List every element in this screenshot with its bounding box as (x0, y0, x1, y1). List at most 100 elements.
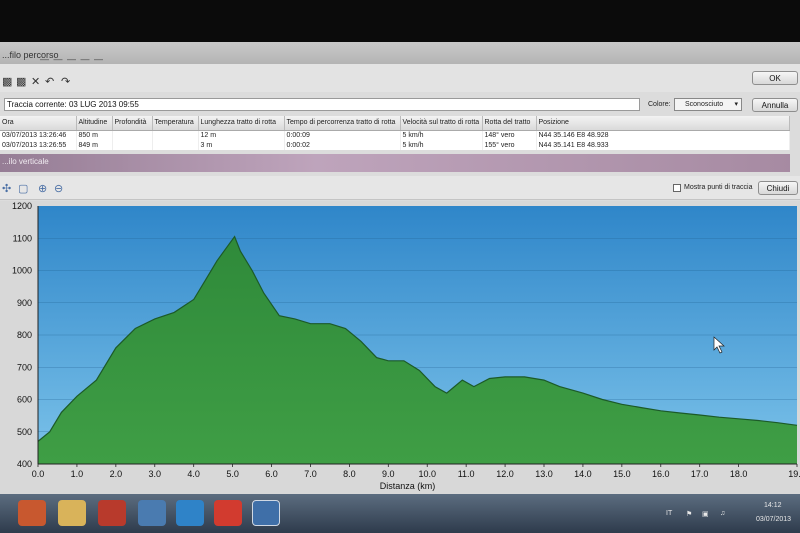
table-cell: 5 km/h (400, 140, 483, 150)
table-cell: 0:00:02 (284, 140, 401, 150)
zoom-out-icon[interactable]: ⊖ (54, 182, 63, 195)
y-tick-label: 600 (17, 395, 32, 405)
close-button[interactable]: Chiudi (758, 181, 798, 195)
table-cell: 155° vero (482, 140, 537, 150)
x-tick-label: 16.0 (652, 469, 670, 479)
y-tick-label: 1000 (12, 266, 32, 276)
x-tick-label: 13.0 (535, 469, 553, 479)
chrome-icon[interactable] (214, 500, 242, 526)
x-tick-label: 11.0 (458, 469, 475, 479)
table-cell: 850 m (76, 130, 113, 140)
elevation-chart-svg: 400 500 600 700 800 900 1000 1100 1200 0.0 1.0 2.0 3… (12, 201, 800, 491)
x-tick-label: 7.0 (304, 469, 317, 479)
x-tick-label: 0.0 (32, 469, 45, 479)
y-tick-label: 1200 (12, 201, 32, 211)
pan-icon[interactable]: ✣ (2, 182, 11, 195)
table-cell: N44 35.141 E8 48.933 (536, 140, 790, 150)
x-tick-label: 2.0 (110, 469, 123, 479)
chevron-down-icon: ▾ (734, 101, 738, 108)
x-tick-label: 14.0 (574, 469, 592, 479)
table-row[interactable]: 03/07/2013 13:26:55 849 m 3 m 0:00:02 5 … (0, 140, 790, 150)
zoom-in-icon[interactable]: ⊕ (38, 182, 47, 195)
save-icon[interactable]: ▩ (2, 75, 12, 88)
column-header[interactable]: Profondità (112, 116, 153, 131)
track-row: Traccia corrente: 03 LUG 2013 09:55 Colo… (0, 96, 800, 114)
elevation-chart: 400 500 600 700 800 900 1000 1100 1200 0.0 1.0 2.0 3… (0, 201, 800, 496)
column-header[interactable]: Posizione (536, 116, 790, 131)
title-bar: ...filo percorso — — — — — (0, 42, 800, 64)
column-header[interactable]: Altitudine (76, 116, 113, 131)
x-tick-label: 18.0 (730, 469, 748, 479)
table-cell: 0:00:09 (284, 130, 401, 140)
flag-icon[interactable]: ⚑ (686, 510, 692, 518)
ok-button[interactable]: OK (752, 71, 798, 85)
color-select-value: Sconosciuto (685, 101, 724, 108)
show-points-label: Mostra punti di traccia (684, 184, 753, 191)
table-cell: 12 m (198, 130, 285, 140)
app-screen: ...filo percorso — — — — — ▩ ▩ ✕ ↶ ↷ OK … (0, 42, 800, 533)
y-tick-label: 800 (17, 330, 32, 340)
x-tick-label: 10.0 (418, 469, 436, 479)
table-cell (152, 140, 199, 150)
table-cell: 03/07/2013 13:26:46 (0, 130, 77, 140)
language-indicator[interactable]: IT (666, 510, 672, 517)
thunderbird-icon[interactable] (138, 500, 166, 526)
table-cell (112, 140, 153, 150)
x-tick-label: 1.0 (71, 469, 84, 479)
column-header[interactable]: Ora (0, 116, 77, 131)
internet-explorer-icon[interactable] (176, 500, 204, 526)
y-tick-label: 400 (17, 459, 32, 469)
profile-title: ...ilo verticale (2, 157, 49, 166)
table-cell (112, 130, 153, 140)
file-explorer-icon[interactable] (58, 500, 86, 526)
x-tick-label: 3.0 (149, 469, 162, 479)
table-header: Ora Altitudine Profondità Temperatura Lu… (0, 116, 790, 131)
volume-icon[interactable]: ♫ (720, 510, 725, 517)
x-tick-label: 4.0 (187, 469, 200, 479)
column-header[interactable]: Rotta del tratto (482, 116, 537, 131)
undo-icon[interactable]: ↶ (45, 75, 54, 88)
x-tick-label: 9.0 (382, 469, 395, 479)
delete-icon[interactable]: ✕ (31, 75, 40, 88)
x-tick-label: 17.0 (691, 469, 709, 479)
toolbar: ▩ ▩ ✕ ↶ ↷ OK (0, 64, 800, 92)
table-cell: 5 km/h (400, 130, 483, 140)
network-icon[interactable]: ▣ (702, 510, 709, 518)
y-tick-label: 1100 (13, 233, 32, 243)
save-copy-icon[interactable]: ▩ (16, 75, 26, 88)
color-select[interactable]: Sconosciuto ▾ (674, 98, 742, 111)
pdf-reader-icon[interactable] (98, 500, 126, 526)
table-cell: 03/07/2013 13:26:55 (0, 140, 77, 150)
x-tick-label: 5.0 (226, 469, 239, 479)
profile-panel-header: ...ilo verticale (0, 154, 790, 172)
media-player-icon[interactable] (18, 500, 46, 526)
column-header[interactable]: Temperatura (152, 116, 199, 131)
column-header[interactable]: Lunghezza tratto di rotta (198, 116, 285, 131)
table-row[interactable]: 03/07/2013 13:26:46 850 m 12 m 0:00:09 5… (0, 130, 790, 140)
column-header[interactable]: Tempo di percorrenza tratto di rotta (284, 116, 401, 131)
cancel-button[interactable]: Annulla (752, 98, 798, 112)
color-label: Colore: (648, 101, 671, 108)
table-cell (152, 130, 199, 140)
clock-date[interactable]: 03/07/2013 (756, 516, 791, 523)
redo-icon[interactable]: ↷ (61, 75, 70, 88)
track-points-table: Ora Altitudine Profondità Temperatura Lu… (0, 116, 790, 150)
x-tick-label: 12.0 (496, 469, 514, 479)
x-tick-label: 15.0 (613, 469, 631, 479)
x-tick-label: 19.5 (788, 469, 800, 479)
y-tick-label: 700 (17, 362, 32, 372)
y-tick-label: 500 (17, 427, 32, 437)
menu-bar: — — — — — (40, 54, 105, 64)
garmin-basecamp-icon[interactable] (252, 500, 280, 526)
table-cell: N44 35.146 E8 48.928 (536, 130, 790, 140)
table-cell: 849 m (76, 140, 113, 150)
show-points-checkbox[interactable] (673, 184, 681, 192)
clock-time[interactable]: 14:12 (764, 502, 782, 509)
x-axis-label: Distanza (km) (380, 481, 436, 491)
current-track-field[interactable]: Traccia corrente: 03 LUG 2013 09:55 (4, 98, 640, 111)
column-header[interactable]: Velocità sul tratto di rotta (400, 116, 483, 131)
select-area-icon[interactable]: ▢ (18, 182, 28, 195)
table-cell: 3 m (198, 140, 285, 150)
x-tick-label: 8.0 (343, 469, 356, 479)
taskbar: IT ⚑ ▣ ♫ 14:12 03/07/2013 (0, 494, 800, 533)
